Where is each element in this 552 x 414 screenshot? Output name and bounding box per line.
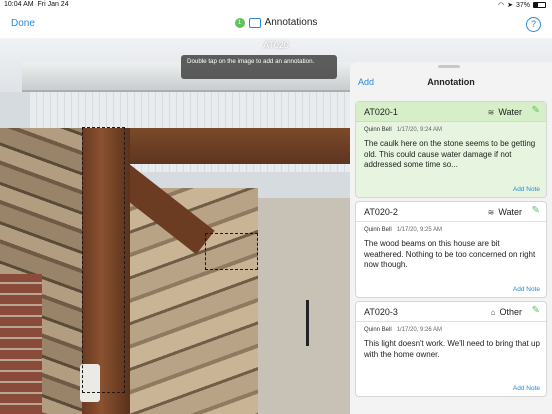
add-note-button[interactable]: Add Note [513, 286, 540, 293]
panel-title: Annotation [427, 77, 475, 87]
card-text: This light doesn't work. We'll need to b… [364, 339, 540, 359]
card-id: AT020-3 [364, 307, 398, 317]
house-alert-icon: ⌂ [490, 307, 496, 317]
photo-wall-right [258, 198, 352, 414]
panel-header: Add Annotation [350, 70, 552, 94]
nav-title-group[interactable]: 1 Annotations [0, 17, 552, 28]
card-text: The caulk here on the stone seems to be … [364, 139, 536, 169]
location-icon: ➤ [507, 2, 513, 9]
card-id: AT020-2 [364, 207, 398, 217]
edit-pencil-icon[interactable]: ✎ [532, 305, 540, 316]
card-header: AT020-2 ≋ Water ✎ [356, 202, 546, 222]
annotation-card[interactable]: AT020-1 ≋ Water ✎ Quinn Bell 1/17/20, 9:2… [355, 101, 547, 198]
annotation-panel: Add Annotation AT020-1 ≋ Water ✎ Quinn B… [350, 62, 552, 414]
battery-icon [533, 2, 546, 8]
card-meta: Quinn Bell 1/17/20, 9:24 AM [364, 127, 443, 133]
annotation-marker-2[interactable] [82, 127, 125, 393]
wifi-icon: ◠ [498, 2, 505, 9]
card-header: AT020-1 ≋ Water ✎ [356, 102, 546, 122]
card-header: AT020-3 ⌂ Other ✎ [356, 302, 546, 322]
category-label: Other [499, 307, 522, 317]
photo-brick [0, 274, 42, 414]
category-label: Water [498, 107, 522, 117]
water-icon: ≋ [487, 107, 495, 117]
status-time: 10:04 AM Fri Jan 24 [4, 1, 69, 8]
annotation-marker-1[interactable] [205, 233, 258, 270]
card-category[interactable]: ⌂ Other [491, 307, 522, 317]
annotation-icon [248, 17, 261, 28]
card-text: The wood beams on this house are bit wea… [364, 239, 536, 269]
card-meta: Quinn Bell 1/17/20, 9:25 AM [364, 227, 443, 233]
edit-pencil-icon[interactable]: ✎ [532, 105, 540, 116]
annotation-card[interactable]: AT020-2 ≋ Water ✎ Quinn Bell 1/17/20, 9:2… [355, 201, 547, 298]
card-id: AT020-1 [364, 107, 398, 117]
status-bar: 10:04 AM Fri Jan 24 ◠ ➤ 37% [0, 0, 552, 12]
photo-title: AT020 [263, 40, 289, 50]
category-label: Water [498, 207, 522, 217]
nav-title: Annotations [264, 17, 318, 28]
hint-tooltip: Double tap on the image to add an annota… [181, 55, 337, 79]
edit-pencil-icon[interactable]: ✎ [532, 205, 540, 216]
help-button[interactable]: ? [526, 17, 541, 32]
card-meta: Quinn Bell 1/17/20, 9:26 AM [364, 327, 443, 333]
add-note-button[interactable]: Add Note [513, 186, 540, 193]
annotation-count-badge: 1 [234, 17, 245, 28]
photo-door-handle [306, 300, 309, 346]
panel-grabber[interactable] [438, 65, 460, 68]
status-indicators: ◠ ➤ 37% [498, 1, 546, 9]
annotation-card[interactable]: AT020-3 ⌂ Other ✎ Quinn Bell 1/17/20, 9:2… [355, 301, 547, 397]
card-category[interactable]: ≋ Water [488, 207, 522, 217]
water-icon: ≋ [487, 207, 495, 217]
battery-percent: 37% [515, 1, 530, 9]
add-note-button[interactable]: Add Note [513, 385, 540, 392]
card-category[interactable]: ≋ Water [488, 107, 522, 117]
nav-bar: Done 1 Annotations ? [0, 12, 552, 38]
